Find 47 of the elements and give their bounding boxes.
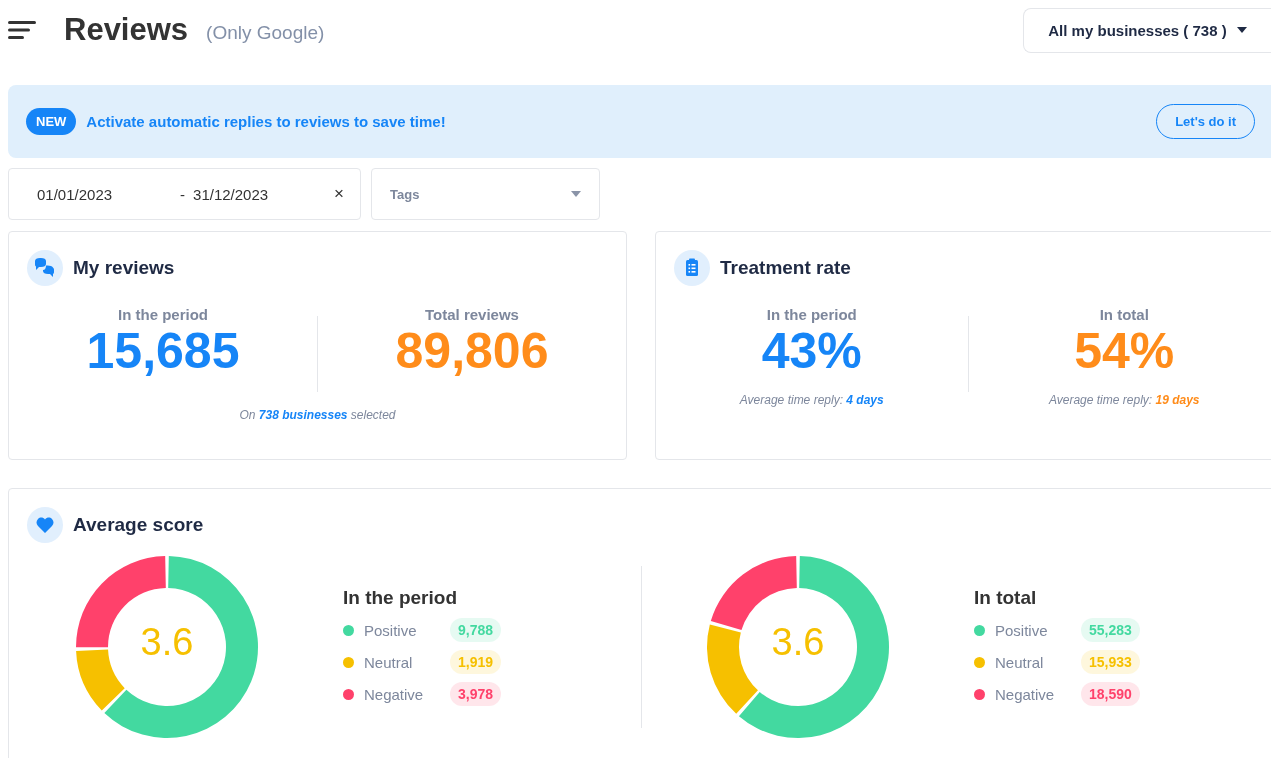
businesses-note: On 738 businesses selected: [239, 408, 396, 422]
legend-label: Negative: [364, 685, 425, 703]
legend-title: In the period: [343, 587, 458, 609]
card-title: Average score: [73, 514, 204, 536]
stat-label: In total: [1099, 306, 1149, 323]
stat-value: 89,806: [395, 323, 549, 379]
new-badge: NEW: [26, 108, 77, 135]
stat-label: In the period: [118, 306, 208, 323]
tags-dropdown[interactable]: Tags: [371, 168, 600, 220]
stat-value: 43%: [761, 323, 862, 379]
legend-label: Positive: [364, 621, 418, 639]
card-title: Treatment rate: [720, 257, 851, 279]
card-title: My reviews: [73, 257, 175, 279]
date-separator: -: [180, 185, 186, 203]
page-title: Reviews: [64, 12, 189, 48]
average-score-value: 3.6: [139, 621, 195, 664]
count-pill: 9,788: [450, 618, 502, 642]
page-subtitle: (Only Google): [206, 22, 325, 44]
average-score-value: 3.6: [770, 621, 826, 664]
clear-button[interactable]: ×: [334, 184, 344, 204]
start-date: 01/01/2023: [37, 185, 113, 203]
legend-label: Neutral: [364, 653, 414, 671]
count-pill: 15,933: [1081, 650, 1140, 674]
caret-icon: [1236, 27, 1247, 33]
menu-icon[interactable]: [8, 20, 36, 40]
legend-title: In total: [974, 587, 1038, 609]
chat-bubbles-icon: [27, 250, 63, 286]
business-selector[interactable]: All my businesses ( 738 ): [1023, 7, 1271, 53]
stat-value: 15,685: [86, 323, 240, 379]
count-pill: 55,283: [1081, 618, 1140, 642]
legend-label: Positive: [995, 621, 1049, 639]
clipboard-icon: [674, 250, 710, 286]
stat-value: 54%: [1074, 323, 1175, 379]
legend-label: Neutral: [995, 653, 1045, 671]
banner-message: Activate automatic replies to reviews to save time!: [86, 113, 446, 130]
stat-label: In the period: [766, 306, 857, 323]
count-pill: 3,978: [450, 682, 502, 706]
stat-label: Total reviews: [425, 306, 519, 323]
date-range-field[interactable]: 01/01/2023 - 31/12/2023 ×: [8, 168, 361, 220]
tags-placeholder: Tags: [390, 186, 420, 202]
count-pill: 18,590: [1081, 682, 1140, 706]
end-date: 31/12/2023: [193, 185, 269, 203]
legend-label: Negative: [995, 685, 1056, 703]
count-pill: 1,919: [450, 650, 502, 674]
reply-time-note: Average time reply: 4 days: [739, 393, 884, 407]
caret-icon: [571, 191, 581, 197]
reply-time-note: Average time reply: 19 days: [1048, 393, 1200, 407]
